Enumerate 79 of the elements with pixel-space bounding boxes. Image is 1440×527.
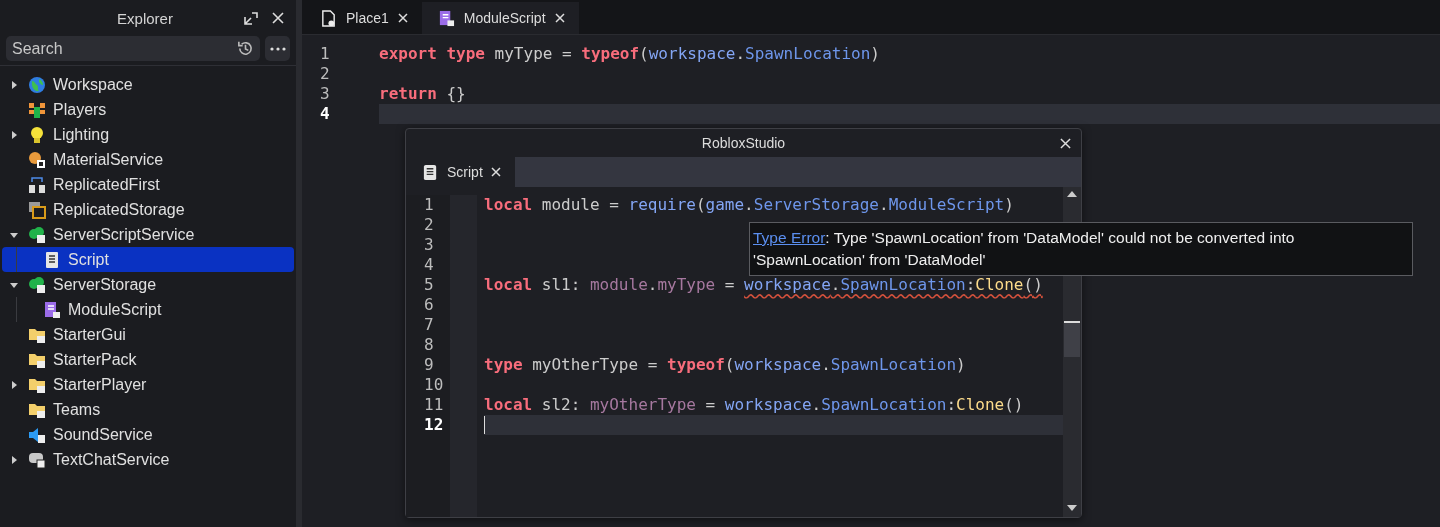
tree-item[interactable]: StarterGui	[2, 322, 294, 347]
chat-bubble-icon	[28, 450, 46, 469]
scroll-down-icon[interactable]	[1067, 505, 1077, 511]
expand-arrow-icon[interactable]	[10, 130, 18, 139]
line-number: 4	[423, 255, 435, 275]
editor-tab[interactable]: ModuleScript	[421, 2, 579, 34]
globe-icon	[28, 75, 46, 94]
undock-icon[interactable]	[244, 11, 258, 25]
light-bulb-icon	[28, 125, 46, 144]
text-caret	[484, 416, 485, 434]
search-field[interactable]: Search	[6, 36, 260, 61]
script-icon	[422, 163, 439, 181]
replication-icon	[28, 175, 46, 194]
line-number: 6	[423, 295, 435, 315]
cloud-icon	[28, 275, 46, 294]
cloud-icon	[28, 225, 46, 244]
line-number: 5	[423, 275, 435, 295]
code-line: local module = require(game.ServerStorage.ModuleScript)	[484, 195, 1014, 214]
line-number: 1	[423, 195, 435, 215]
window-title: RobloxStudio	[701, 135, 786, 151]
tree-item[interactable]: SoundService	[2, 422, 294, 447]
tree-item[interactable]: Teams	[2, 397, 294, 422]
more-button[interactable]	[265, 36, 290, 61]
line-number: 8	[423, 335, 435, 355]
line-number: 4	[319, 104, 331, 124]
code-line: return {}	[379, 84, 466, 103]
code-line: export type myType = typeof(workspace.SpawnLocation)	[379, 44, 880, 63]
code-line: local sl1: module.myType = workspace.SpawnLocation:Clone()	[484, 275, 1043, 294]
tree-item[interactable]: Script	[2, 247, 294, 272]
scroll-up-icon[interactable]	[1067, 191, 1077, 197]
close-icon[interactable]	[490, 167, 501, 177]
line-number: 12	[423, 415, 445, 435]
tree-item[interactable]: Lighting	[2, 122, 294, 147]
expand-arrow-icon[interactable]	[10, 380, 18, 389]
line-number: 1	[319, 44, 331, 64]
scroll-thumb[interactable]	[1064, 321, 1080, 357]
line-number: 2	[319, 64, 331, 84]
tree-item[interactable]: StarterPlayer	[2, 372, 294, 397]
line-number: 11	[423, 395, 445, 415]
expand-arrow-icon[interactable]	[10, 80, 18, 89]
close-icon[interactable]	[554, 13, 565, 23]
line-number: 3	[319, 84, 331, 104]
line-number: 9	[423, 355, 435, 375]
tree-item[interactable]: TextChatService	[2, 447, 294, 472]
line-number: 2	[423, 215, 435, 235]
tree-item[interactable]: StarterPack	[2, 347, 294, 372]
material-icon	[28, 150, 46, 169]
editor-tab[interactable]: Script	[406, 157, 515, 187]
more-icon	[269, 46, 286, 51]
close-icon[interactable]	[397, 13, 408, 23]
document-icon	[320, 9, 337, 27]
line-number: 3	[423, 235, 435, 255]
line-number: 10	[423, 375, 445, 395]
module-script-icon	[43, 300, 61, 319]
module-script-icon	[437, 9, 455, 27]
code-line: local sl2: myOtherType = workspace.SpawnLocation:Clone()	[484, 395, 1024, 414]
tree-item[interactable]: Workspace	[2, 72, 294, 97]
close-icon[interactable]	[1060, 138, 1071, 149]
tree-item[interactable]: ModuleScript	[2, 297, 294, 322]
collapse-arrow-icon[interactable]	[10, 230, 18, 239]
tree-item[interactable]: ReplicatedStorage	[2, 197, 294, 222]
collapse-arrow-icon[interactable]	[10, 280, 18, 289]
line-number: 7	[423, 315, 435, 335]
close-icon[interactable]	[272, 12, 284, 24]
code-editor[interactable]: 1 2 3 4 export type myType = typeof(workspace.SpawnLocation) return {}	[302, 35, 1440, 124]
storage-box-icon	[28, 200, 46, 219]
speaker-icon	[28, 425, 46, 444]
people-icon	[28, 100, 46, 119]
script-icon	[43, 250, 61, 269]
history-icon[interactable]	[236, 39, 255, 58]
tree-item[interactable]: ReplicatedFirst	[2, 172, 294, 197]
tree-item[interactable]: Players	[2, 97, 294, 122]
tree-item[interactable]: MaterialService	[2, 147, 294, 172]
panel-title: Explorer	[116, 9, 174, 27]
error-message: Type Error: Type 'SpawnLocation' from 'DataModel' could not be converted into 'SpawnLocation' from 'DataModel'	[753, 228, 1296, 270]
expand-arrow-icon[interactable]	[10, 455, 18, 464]
tree-item[interactable]: ServerScriptService	[2, 222, 294, 247]
code-line: type myOtherType = typeof(workspace.SpawnLocation)	[484, 355, 966, 374]
tree-item[interactable]: ServerStorage	[2, 272, 294, 297]
